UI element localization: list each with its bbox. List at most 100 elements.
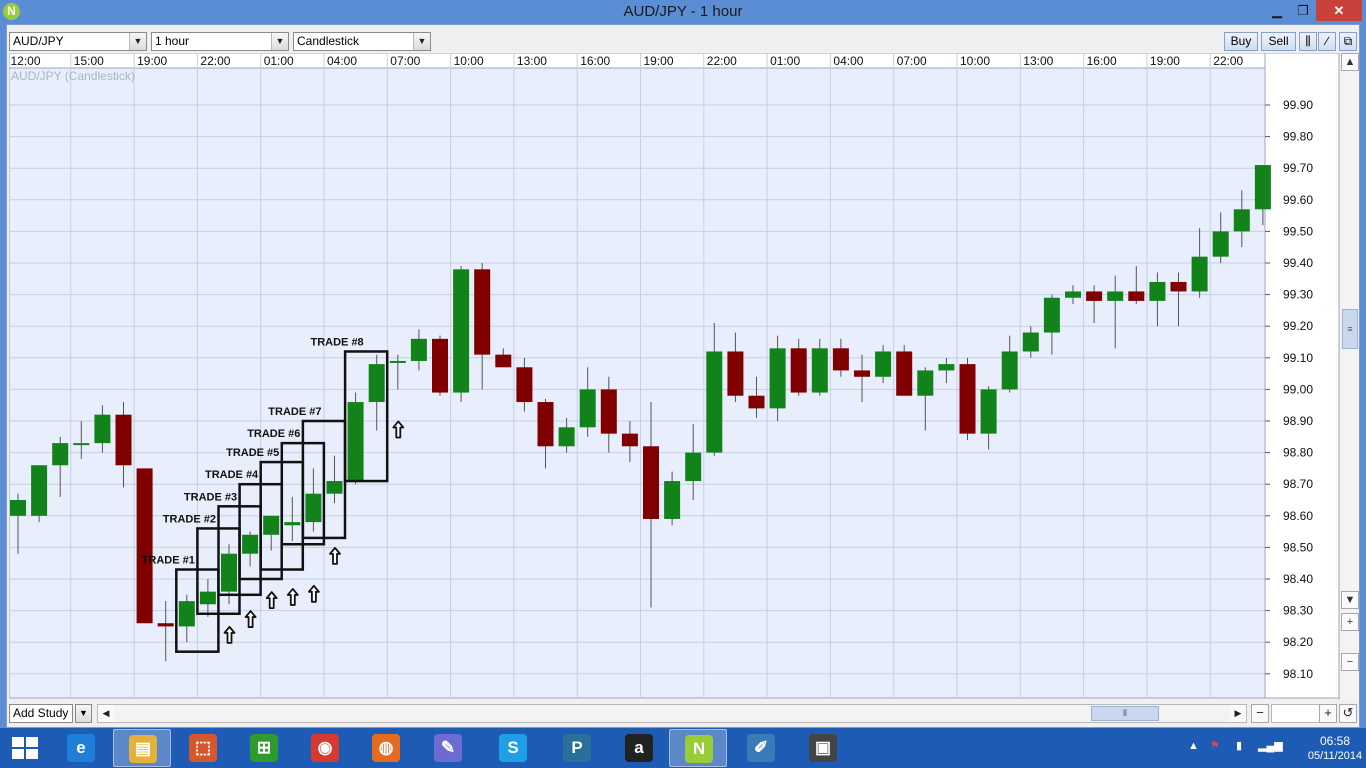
interval-select[interactable]: 1 hour ▼ <box>151 32 289 51</box>
candle-body <box>157 623 174 627</box>
buy-button[interactable]: Buy <box>1224 32 1258 51</box>
candle-body <box>579 389 596 428</box>
windows-logo-icon <box>12 737 38 759</box>
interval-value: 1 hour <box>155 34 190 48</box>
chevron-down-icon[interactable]: ▼ <box>271 33 288 50</box>
zoom-out-icon[interactable]: − <box>1341 653 1359 671</box>
taskbar-windows-store[interactable]: ⊞ <box>235 729 293 767</box>
candle-body <box>284 522 301 526</box>
y-tick-label: 98.90 <box>1283 414 1313 428</box>
chevron-down-icon[interactable]: ▼ <box>413 33 430 50</box>
taskbar-office-app[interactable]: ⬚ <box>174 729 232 767</box>
reset-icon[interactable]: ↺ <box>1339 704 1357 723</box>
y-tick-label: 98.50 <box>1283 540 1313 554</box>
candle-body <box>1043 297 1060 333</box>
popout-icon[interactable]: ⧉ <box>1339 32 1357 51</box>
tray-expand-icon[interactable]: ▲ <box>1188 740 1199 752</box>
minimize-button[interactable]: ▁ <box>1264 0 1290 21</box>
taskbar-movie-maker[interactable]: ▣ <box>794 729 852 767</box>
x-tick-label: 16:00 <box>580 54 610 68</box>
taskbar-file-explorer[interactable]: ▤ <box>113 729 171 767</box>
candle-body <box>94 414 111 444</box>
time-scrollbar[interactable]: ◀ ⦀ ▶ <box>97 704 1247 723</box>
y-tick-label: 98.00 <box>1283 698 1313 700</box>
draw-tool-icon[interactable]: ⫼ <box>1299 32 1317 51</box>
movie-maker-icon: ▣ <box>809 734 837 762</box>
x-tick-label: 07:00 <box>897 54 927 68</box>
candle-body <box>748 395 765 409</box>
symbol-select[interactable]: AUD/JPY ▼ <box>9 32 147 51</box>
taskbar-chrome[interactable]: ◉ <box>296 729 354 767</box>
start-button[interactable] <box>0 728 50 768</box>
zoom-out-time-icon[interactable]: − <box>1251 704 1269 723</box>
taskbar-amazon[interactable]: a <box>610 729 668 767</box>
zoom-in-time-icon[interactable]: + <box>1319 704 1337 723</box>
candle-body <box>917 370 934 396</box>
scroll-up-icon[interactable]: ▲ <box>1341 53 1359 71</box>
candle-body <box>537 402 554 447</box>
chart-type-select[interactable]: Candlestick ▼ <box>293 32 431 51</box>
taskbar-firefox[interactable]: ◍ <box>357 729 415 767</box>
taskbar-ninjatrader[interactable]: N <box>669 729 727 767</box>
price-chart[interactable]: 99.90 99.80 99.70 99.60 99.50 99.40 99.30 99.20… <box>7 52 1359 712</box>
taskbar-journal-app[interactable]: ✐ <box>732 729 790 767</box>
zoom-in-icon[interactable]: + <box>1341 613 1359 631</box>
x-tick-label: 04:00 <box>327 54 357 68</box>
y-tick-label: 99.30 <box>1283 288 1313 302</box>
candle-body <box>706 351 723 453</box>
skype-icon: S <box>499 734 527 762</box>
maximize-button[interactable]: ❐ <box>1290 0 1316 21</box>
horizontal-scroll-thumb[interactable]: ⦀ <box>1091 706 1159 721</box>
candle-body <box>368 364 385 403</box>
y-tick-label: 99.10 <box>1283 351 1313 365</box>
firefox-icon: ◍ <box>372 734 400 762</box>
vertical-scroll-thumb[interactable]: ≡ <box>1342 309 1358 349</box>
clock-date[interactable]: 05/11/2014 <box>1305 750 1365 762</box>
taskbar-internet-explorer[interactable]: e <box>52 729 110 767</box>
price-scrollbar[interactable]: ▲ ≡ ▼ + − <box>1339 53 1359 700</box>
candle-body <box>73 443 90 446</box>
y-tick-label: 98.30 <box>1283 604 1313 618</box>
candle-body <box>959 364 976 434</box>
add-study-select[interactable]: Add Study <box>9 704 73 723</box>
sell-button[interactable]: Sell <box>1261 32 1296 51</box>
window-title: AUD/JPY - 1 hour <box>623 3 743 20</box>
ninjatrader-icon: N <box>685 735 713 763</box>
chart-type-value: Candlestick <box>297 34 360 48</box>
battery-icon[interactable]: ▮ <box>1236 739 1242 752</box>
taskbar-media-app[interactable]: ✎ <box>419 729 477 767</box>
flag-icon[interactable]: ⚑ <box>1210 739 1220 752</box>
chevron-down-icon[interactable]: ▼ <box>129 33 146 50</box>
candle-body <box>811 348 828 393</box>
close-button[interactable]: ✕ <box>1316 0 1362 21</box>
candle-body <box>31 465 48 516</box>
candle-body <box>1149 281 1166 301</box>
chart-legend: AUD/JPY (Candlestick) <box>11 69 135 83</box>
candle-body <box>1212 231 1229 257</box>
candle-body <box>516 367 533 403</box>
taskbar-skype[interactable]: S <box>484 729 542 767</box>
candle-body <box>980 389 997 434</box>
taskbar-parallels-app[interactable]: P <box>548 729 606 767</box>
zoom-slider[interactable] <box>1271 704 1321 723</box>
x-tick-label: 22:00 <box>707 54 737 68</box>
candle-body <box>305 493 322 523</box>
scroll-down-icon[interactable]: ▼ <box>1341 591 1359 609</box>
candle-body <box>875 351 892 377</box>
scroll-left-icon[interactable]: ◀ <box>98 705 114 722</box>
candle-body <box>832 348 849 371</box>
system-tray: ▲ ⚑ ▮ ▂▄▆ 06:58 05/11/2014 <box>1180 728 1366 768</box>
clock-time[interactable]: 06:58 <box>1305 734 1365 748</box>
scroll-right-icon[interactable]: ▶ <box>1230 705 1246 722</box>
candle-body <box>178 601 195 627</box>
candle-body <box>1065 291 1081 298</box>
candle-body <box>52 443 69 466</box>
trade-label: TRADE #3 <box>184 491 237 503</box>
chart-canvas[interactable]: 99.90 99.80 99.70 99.60 99.50 99.40 99.30 99.20… <box>7 52 1340 712</box>
candle-body <box>1128 291 1145 301</box>
line-tool-icon[interactable]: ∕ <box>1318 32 1336 51</box>
candle-body <box>263 515 280 535</box>
network-signal-icon[interactable]: ▂▄▆ <box>1258 739 1283 752</box>
amazon-icon: a <box>625 734 653 762</box>
chevron-down-icon[interactable]: ▼ <box>75 704 92 723</box>
